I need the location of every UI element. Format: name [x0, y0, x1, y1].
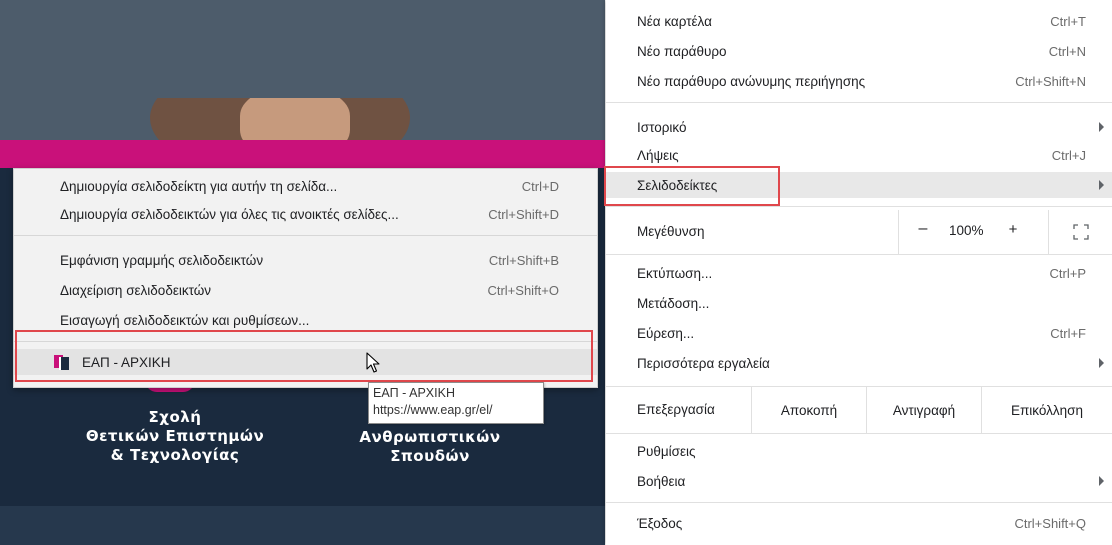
menu-item-shortcut: Ctrl+T	[1050, 13, 1086, 29]
menu-item-shortcut: Ctrl+Shift+N	[1015, 73, 1086, 89]
pink-accent-band	[0, 140, 605, 168]
menu-item-new-tab[interactable]: Νέα καρτέλα Ctrl+T	[606, 8, 1112, 34]
menu-item-label: Ιστορικό	[637, 119, 687, 135]
menu-item-cast[interactable]: Μετάδοση...	[606, 290, 1112, 316]
menu-item-label: Νέο παράθυρο	[637, 43, 727, 59]
page-footer-strip	[0, 506, 605, 545]
menu-item-label: Νέο παράθυρο ανώνυμης περιήγησης	[637, 73, 866, 89]
tooltip-title: ΕΑΠ - ΑΡΧΙΚΗ	[373, 386, 455, 400]
school-link-sciences[interactable]: Σχολή Θετικών Επιστημών & Τεχνολογίας	[60, 408, 290, 465]
menu-item-label: Εύρεση...	[637, 325, 695, 341]
submenu-item-show-bookmarks-bar[interactable]: Εμφάνιση γραμμής σελιδοδεικτών Ctrl+Shif…	[14, 247, 597, 273]
submenu-item-label: Εισαγωγή σελιδοδεικτών και ρυθμίσεων...	[60, 312, 310, 328]
school-left-line-3: & Τεχνολογίας	[110, 446, 240, 464]
submenu-item-label: Δημιουργία σελιδοδείκτη για αυτήν τη σελ…	[60, 178, 338, 194]
menu-item-label: Νέα καρτέλα	[637, 13, 712, 29]
highlight-box-bookmark	[15, 330, 593, 382]
highlight-box-bookmarks-menu	[604, 166, 780, 206]
paste-button[interactable]: Επικόλληση	[981, 387, 1112, 433]
submenu-item-shortcut: Ctrl+Shift+B	[488, 252, 559, 268]
submenu-item-shortcut: Ctrl+D	[521, 178, 559, 194]
hero-image	[0, 98, 605, 140]
menu-item-exit[interactable]: Έξοδος Ctrl+Shift+Q	[606, 510, 1112, 536]
menu-divider	[606, 254, 1112, 255]
submenu-item-label: Διαχείριση σελιδοδεικτών	[60, 282, 212, 298]
mouse-pointer-icon	[366, 352, 380, 373]
tooltip-url: https://www.eap.gr/el/	[373, 403, 493, 417]
menu-divider	[606, 433, 1112, 434]
chevron-right-icon	[1099, 122, 1104, 132]
menu-item-downloads[interactable]: Λήψεις Ctrl+J	[606, 142, 1112, 168]
menu-item-new-window[interactable]: Νέο παράθυρο Ctrl+N	[606, 38, 1112, 64]
menu-item-settings[interactable]: Ρυθμίσεις	[606, 438, 1112, 464]
submenu-item-bookmark-all-tabs[interactable]: Δημιουργία σελιδοδεικτών για όλες τις αν…	[14, 201, 597, 227]
menu-item-history[interactable]: Ιστορικό	[606, 114, 1112, 140]
menu-item-find[interactable]: Εύρεση... Ctrl+F	[606, 320, 1112, 346]
menu-zoom-row: Μεγέθυνση – 100% +	[606, 210, 1112, 254]
menu-divider	[606, 206, 1112, 207]
copy-button[interactable]: Αντιγραφή	[866, 387, 981, 433]
edit-label: Επεξεργασία	[637, 402, 715, 417]
chevron-right-icon	[1099, 476, 1104, 486]
chevron-right-icon	[1099, 358, 1104, 368]
fullscreen-icon	[1073, 224, 1089, 240]
menu-item-label: Μετάδοση...	[637, 295, 710, 311]
menu-item-more-tools[interactable]: Περισσότερα εργαλεία	[606, 350, 1112, 376]
cut-button[interactable]: Αποκοπή	[751, 387, 866, 433]
submenu-item-bookmark-this-page[interactable]: Δημιουργία σελιδοδείκτη για αυτήν τη σελ…	[14, 173, 597, 199]
bookmark-tooltip: ΕΑΠ - ΑΡΧΙΚΗ https://www.eap.gr/el/	[368, 382, 544, 424]
hero-image-hand	[240, 98, 350, 140]
menu-item-label: Βοήθεια	[637, 473, 686, 489]
menu-item-help[interactable]: Βοήθεια	[606, 468, 1112, 494]
menu-edit-row: Επεξεργασία Αποκοπή Αντιγραφή Επικόλληση	[606, 387, 1112, 433]
browser-main-menu: Νέα καρτέλα Ctrl+T Νέο παράθυρο Ctrl+N Ν…	[606, 0, 1112, 545]
menu-item-label: Περισσότερα εργαλεία	[637, 355, 770, 371]
submenu-divider	[14, 235, 597, 236]
menu-item-shortcut: Ctrl+Shift+Q	[1014, 515, 1086, 531]
submenu-item-label: Εμφάνιση γραμμής σελιδοδεικτών	[60, 252, 264, 268]
school-left-line-2: Θετικών Επιστημών	[85, 427, 265, 445]
chevron-right-icon	[1099, 180, 1104, 190]
page-header-band	[0, 0, 605, 98]
submenu-item-shortcut: Ctrl+Shift+O	[487, 282, 559, 298]
menu-item-shortcut: Ctrl+N	[1048, 43, 1086, 59]
menu-item-print[interactable]: Εκτύπωση... Ctrl+P	[606, 260, 1112, 286]
fullscreen-button[interactable]	[1048, 210, 1112, 254]
menu-item-label: Έξοδος	[637, 515, 683, 531]
school-right-line-2: Σπουδών	[390, 447, 470, 465]
menu-divider	[606, 502, 1112, 503]
zoom-controls: – 100% +	[898, 210, 1112, 254]
zoom-label: Μεγέθυνση	[637, 224, 705, 239]
menu-item-new-incognito-window[interactable]: Νέο παράθυρο ανώνυμης περιήγησης Ctrl+Sh…	[606, 68, 1112, 94]
menu-item-shortcut: Ctrl+J	[1051, 147, 1086, 163]
submenu-item-label: Δημιουργία σελιδοδεικτών για όλες τις αν…	[60, 206, 399, 222]
zoom-out-button[interactable]: –	[913, 220, 933, 242]
zoom-level: 100%	[949, 223, 984, 238]
menu-item-label: Εκτύπωση...	[637, 265, 713, 281]
submenu-item-shortcut: Ctrl+Shift+D	[488, 206, 559, 222]
submenu-item-bookmark-manager[interactable]: Διαχείριση σελιδοδεικτών Ctrl+Shift+O	[14, 277, 597, 303]
menu-divider	[606, 102, 1112, 103]
school-link-humanities[interactable]: Ανθρωπιστικών Σπουδών	[330, 428, 530, 466]
menu-item-label: Ρυθμίσεις	[637, 443, 696, 459]
menu-item-shortcut: Ctrl+F	[1050, 325, 1086, 341]
menu-item-shortcut: Ctrl+P	[1049, 265, 1086, 281]
menu-item-label: Λήψεις	[637, 147, 679, 163]
zoom-in-button[interactable]: +	[1003, 221, 1023, 243]
school-right-line-1: Ανθρωπιστικών	[359, 428, 501, 446]
school-left-line-1: Σχολή	[148, 408, 202, 426]
